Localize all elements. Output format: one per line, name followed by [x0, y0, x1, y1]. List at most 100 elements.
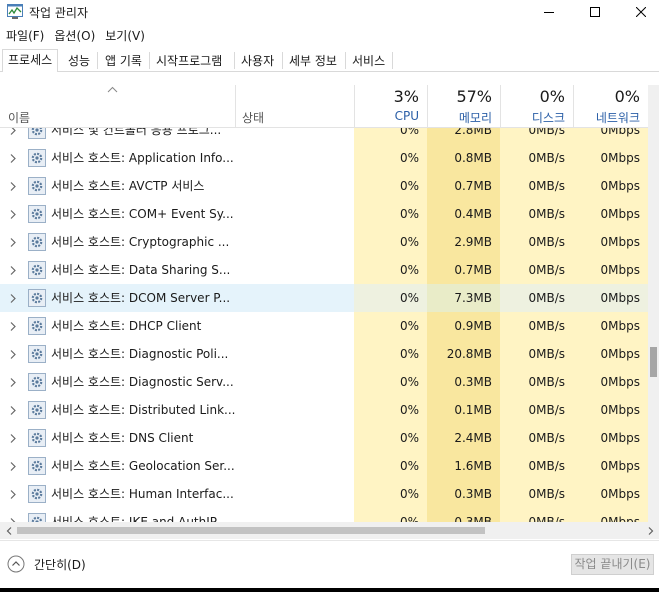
tab-users[interactable]: 사용자 — [235, 51, 280, 71]
tab-services[interactable]: 서비스 — [346, 51, 391, 71]
expand-chevron-icon[interactable] — [7, 396, 19, 424]
vertical-scrollbar[interactable] — [648, 85, 659, 522]
expand-chevron-icon[interactable] — [7, 312, 19, 340]
process-disk: 0MB/s — [500, 340, 573, 368]
tab-app-history[interactable]: 앱 기록 — [99, 51, 148, 71]
process-name: 서비스 호스트: IKE and AuthIP ... — [51, 515, 233, 522]
process-status — [236, 480, 354, 508]
process-row[interactable]: 서비스 호스트: Distributed Link... 0% 0.1MB 0MB/s… — [0, 396, 648, 424]
expand-chevron-icon[interactable] — [7, 480, 19, 508]
expand-chevron-icon[interactable] — [7, 340, 19, 368]
expand-chevron-icon[interactable] — [7, 128, 19, 144]
expand-chevron-icon[interactable] — [7, 200, 19, 228]
process-row[interactable]: 서비스 호스트: Diagnostic Poli... 0% 20.8MB 0MB/s… — [0, 340, 648, 368]
column-memory[interactable]: 57% 메모리 — [427, 85, 500, 128]
process-disk: 0MB/s — [500, 228, 573, 256]
process-row[interactable]: 서비스 호스트: Diagnostic Serv... 0% 0.3MB 0MB/s 0… — [0, 368, 648, 396]
process-memory: 0.1MB — [427, 396, 500, 424]
process-row[interactable]: 서비스 호스트: Cryptographic ... 0% 2.9MB 0MB/s 0M… — [0, 228, 648, 256]
process-network: 0Mbps — [573, 200, 648, 228]
process-row[interactable]: 서비스 호스트: COM+ Event Sy... 0% 0.4MB 0MB/s 0Mb… — [0, 200, 648, 228]
process-disk: 0MB/s — [500, 128, 573, 144]
vertical-scroll-thumb[interactable] — [650, 347, 657, 377]
end-task-button[interactable]: 작업 끝내기(E) — [571, 554, 654, 575]
maximize-button[interactable] — [572, 0, 618, 24]
service-gear-icon — [28, 261, 46, 279]
cpu-total: 3% — [393, 87, 419, 106]
process-network: 0Mbps — [573, 452, 648, 480]
scroll-left-button[interactable] — [0, 522, 17, 539]
horizontal-scroll-thumb[interactable] — [17, 527, 485, 534]
fewer-details-button[interactable]: 간단히(D) — [7, 554, 86, 574]
chevron-left-icon — [6, 526, 11, 535]
expand-chevron-icon[interactable] — [7, 508, 19, 522]
expand-chevron-icon[interactable] — [7, 172, 19, 200]
tab-details[interactable]: 세부 정보 — [283, 51, 343, 71]
column-name[interactable]: 이름 — [0, 85, 235, 128]
process-name: 서비스 호스트: AVCTP 서비스 — [51, 179, 205, 193]
expand-chevron-icon[interactable] — [7, 256, 19, 284]
process-row[interactable]: 서비스 호스트: DHCP Client 0% 0.9MB 0MB/s 0Mbps — [0, 312, 648, 340]
expand-chevron-icon[interactable] — [7, 368, 19, 396]
process-row[interactable]: 서비스 호스트: IKE and AuthIP ... 0% 0.3MB 0MB/s 0… — [0, 508, 648, 522]
process-name: 서비스 및 컨트롤러 응용 프로그... — [51, 128, 222, 137]
menu-view[interactable]: 보기(V) — [100, 26, 150, 46]
tab-startup[interactable]: 시작프로그램 — [150, 51, 228, 71]
expand-chevron-icon[interactable] — [7, 144, 19, 172]
expand-chevron-icon[interactable] — [7, 424, 19, 452]
column-network[interactable]: 0% 네트워크 — [573, 85, 648, 128]
expand-chevron-icon[interactable] — [7, 284, 19, 312]
title-bar[interactable]: 작업 관리자 — [0, 0, 659, 24]
process-row[interactable]: 서비스 및 컨트롤러 응용 프로그... 0% 2.8MB 0MB/s 0Mbps — [0, 128, 648, 144]
expand-chevron-icon[interactable] — [7, 452, 19, 480]
process-cpu: 0% — [354, 368, 427, 396]
process-row[interactable]: 서비스 호스트: Human Interfac... 0% 0.3MB 0MB/s 0M… — [0, 480, 648, 508]
scroll-right-button[interactable] — [642, 522, 659, 539]
process-disk: 0MB/s — [500, 284, 573, 312]
close-button[interactable] — [618, 0, 659, 24]
task-manager-icon — [7, 4, 23, 19]
chevron-right-icon — [648, 526, 653, 535]
process-memory: 2.9MB — [427, 228, 500, 256]
process-name: 서비스 호스트: Diagnostic Serv... — [51, 375, 234, 389]
network-label: 네트워크 — [595, 111, 640, 125]
service-gear-icon — [28, 429, 46, 447]
close-icon — [636, 7, 646, 17]
process-memory: 2.8MB — [427, 128, 500, 144]
process-cpu: 0% — [354, 228, 427, 256]
column-status[interactable]: 상태 — [236, 85, 354, 128]
column-cpu[interactable]: 3% CPU — [354, 85, 427, 128]
process-row[interactable]: 서비스 호스트: Geolocation Ser... 0% 1.6MB 0MB/s 0… — [0, 452, 648, 480]
column-header: 이름 상태 3% CPU 57% 메모리 0% 디스크 0% 네트워크 — [0, 85, 648, 128]
horizontal-scrollbar[interactable] — [0, 522, 659, 539]
service-gear-icon — [28, 345, 46, 363]
process-row[interactable]: 서비스 호스트: Data Sharing S... 0% 0.7MB 0MB/s 0M… — [0, 256, 648, 284]
service-gear-icon — [28, 289, 46, 307]
process-memory: 0.7MB — [427, 172, 500, 200]
minimize-button[interactable] — [526, 0, 572, 24]
column-disk[interactable]: 0% 디스크 — [500, 85, 573, 128]
tab-performance[interactable]: 성능 — [62, 51, 96, 71]
process-name: 서비스 호스트: Data Sharing S... — [51, 263, 231, 277]
tab-processes[interactable]: 프로세스 — [2, 49, 59, 72]
minimize-icon — [544, 12, 554, 13]
process-memory: 2.4MB — [427, 424, 500, 452]
tab-strip: 프로세스 성능 앱 기록 시작프로그램 사용자 세부 정보 서비스 — [0, 49, 659, 72]
process-row[interactable]: 서비스 호스트: DNS Client 0% 2.4MB 0MB/s 0Mbps — [0, 424, 648, 452]
process-row[interactable]: 서비스 호스트: DCOM Server P... 0% 7.3MB 0MB/s 0Mb… — [0, 284, 648, 312]
process-row[interactable]: 서비스 호스트: AVCTP 서비스 0% 0.7MB 0MB/s 0Mbps — [0, 172, 648, 200]
task-manager-window: 작업 관리자 파일(F) 옵션(O) 보기(V) 프로세스 성능 앱 기록 시작… — [0, 0, 659, 588]
tab-separator — [392, 52, 393, 69]
process-status — [236, 368, 354, 396]
process-name: 서비스 호스트: Distributed Link... — [51, 403, 235, 417]
process-disk: 0MB/s — [500, 424, 573, 452]
process-memory: 0.3MB — [427, 508, 500, 522]
process-network: 0Mbps — [573, 396, 648, 424]
process-row[interactable]: 서비스 호스트: Application Info... 0% 0.8MB 0MB/s… — [0, 144, 648, 172]
process-cpu: 0% — [354, 312, 427, 340]
process-network: 0Mbps — [573, 172, 648, 200]
menu-options[interactable]: 옵션(O) — [49, 26, 100, 46]
expand-chevron-icon[interactable] — [7, 228, 19, 256]
disk-label: 디스크 — [531, 111, 565, 125]
menu-file[interactable]: 파일(F) — [0, 26, 49, 46]
